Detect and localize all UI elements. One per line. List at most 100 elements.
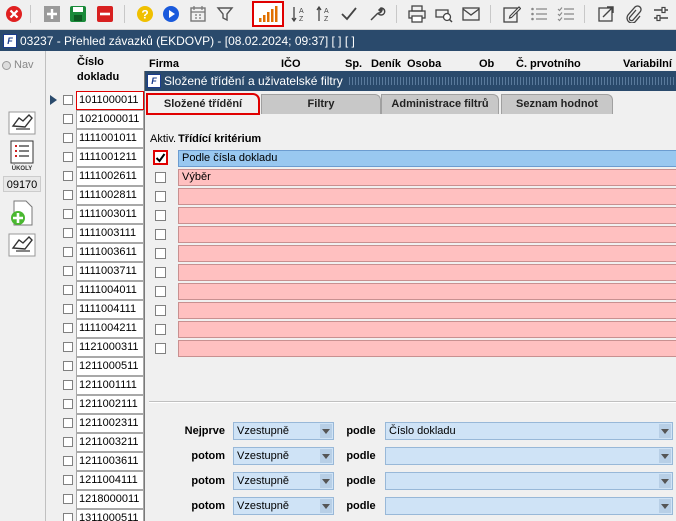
criteria-row[interactable] <box>145 225 676 244</box>
signal-icon[interactable] <box>252 1 284 27</box>
table-row[interactable]: 1111003011 <box>46 205 146 225</box>
chevron-down-icon[interactable] <box>320 449 332 463</box>
print-icon[interactable] <box>406 3 428 25</box>
criteria-row[interactable]: Podle čísla dokladu <box>145 149 676 168</box>
criteria-row[interactable] <box>145 263 676 282</box>
criteria-label[interactable] <box>178 226 676 243</box>
table-row[interactable]: 1311000511 <box>46 509 146 521</box>
filter-icon[interactable] <box>214 3 236 25</box>
table-row[interactable]: 1211000511 <box>46 357 146 377</box>
row-checkbox[interactable] <box>63 456 73 466</box>
close-icon[interactable] <box>3 3 25 25</box>
table-row[interactable]: 1211002311 <box>46 414 146 434</box>
calendar-icon[interactable] <box>187 3 209 25</box>
row-checkbox[interactable] <box>63 418 73 428</box>
table-row[interactable]: 1111002811 <box>46 186 146 206</box>
doc-number-cell[interactable]: 1111002811 <box>76 186 144 205</box>
row-checkbox[interactable] <box>63 304 73 314</box>
doc-number-cell[interactable]: 1311000511 <box>76 509 144 521</box>
tab-filtry[interactable]: Filtry <box>261 94 381 114</box>
doc-number-cell[interactable]: 1111003111 <box>76 224 144 243</box>
doc-number-cell[interactable]: 1111004211 <box>76 319 144 338</box>
criteria-row[interactable] <box>145 187 676 206</box>
criteria-label[interactable] <box>178 207 676 224</box>
row-checkbox[interactable] <box>63 247 73 257</box>
table-row[interactable]: 1211001111 <box>46 376 146 396</box>
row-checkbox[interactable] <box>63 494 73 504</box>
run-icon[interactable] <box>160 3 182 25</box>
wrench-icon[interactable] <box>366 3 388 25</box>
criteria-label[interactable] <box>178 302 676 319</box>
sort-direction-select[interactable]: Vzestupně <box>233 422 334 440</box>
criteria-active-checkbox[interactable] <box>155 172 166 183</box>
criteria-active-checkbox[interactable] <box>155 343 166 354</box>
column-header-variabilni[interactable]: Variabilní <box>623 58 672 70</box>
doc-number-cell[interactable]: 1111001011 <box>76 129 144 148</box>
list-icon[interactable] <box>528 3 550 25</box>
hand-pointer-icon[interactable] <box>6 229 38 261</box>
criteria-label[interactable]: Podle čísla dokladu <box>178 150 676 167</box>
chevron-down-icon[interactable] <box>320 474 332 488</box>
column-header-doc-number-l2[interactable]: dokladu <box>77 71 119 83</box>
criteria-row[interactable] <box>145 339 676 358</box>
doc-number-cell[interactable]: 1211002311 <box>76 414 144 433</box>
hand-pointer-icon[interactable] <box>6 107 38 139</box>
column-header-firm[interactable]: Firma <box>149 58 179 70</box>
mail-icon[interactable] <box>460 3 482 25</box>
table-row[interactable]: 1111004011 <box>46 281 146 301</box>
doc-number-cell[interactable]: 1111003611 <box>76 243 144 262</box>
chevron-down-icon[interactable] <box>659 474 671 488</box>
row-checkbox[interactable] <box>63 228 73 238</box>
criteria-row[interactable]: Výběr <box>145 168 676 187</box>
chevron-down-icon[interactable] <box>320 424 332 438</box>
criteria-active-checkbox[interactable] <box>155 267 166 278</box>
row-checkbox[interactable] <box>63 513 73 521</box>
doc-number-cell[interactable]: 1211003611 <box>76 452 144 471</box>
help-icon[interactable]: ? <box>134 3 156 25</box>
sort-field-select[interactable] <box>385 472 673 490</box>
table-row[interactable]: 1121000311 <box>46 338 146 358</box>
criteria-active-checkbox[interactable] <box>155 210 166 221</box>
row-checkbox[interactable] <box>63 266 73 276</box>
criteria-row[interactable] <box>145 244 676 263</box>
chevron-down-icon[interactable] <box>659 424 671 438</box>
criteria-label[interactable] <box>178 245 676 262</box>
settings-icon[interactable] <box>650 3 672 25</box>
doc-number-cell[interactable]: 1021000011 <box>76 110 144 129</box>
table-row[interactable]: 1111004111 <box>46 300 146 320</box>
doc-number-cell[interactable]: 1111003011 <box>76 205 144 224</box>
criteria-label[interactable] <box>178 340 676 357</box>
row-checkbox[interactable] <box>63 380 73 390</box>
column-header-ico[interactable]: IČO <box>281 58 301 70</box>
column-header-osoba[interactable]: Osoba <box>407 58 441 70</box>
sort-direction-select[interactable]: Vzestupně <box>233 472 334 490</box>
criteria-active-checkbox[interactable] <box>155 286 166 297</box>
sort-field-select[interactable] <box>385 497 673 515</box>
row-checkbox[interactable] <box>63 152 73 162</box>
save-icon[interactable] <box>67 3 89 25</box>
check-icon[interactable] <box>338 3 360 25</box>
table-row[interactable]: 1211002111 <box>46 395 146 415</box>
table-row[interactable]: 1111001211 <box>46 148 146 168</box>
criteria-row[interactable] <box>145 320 676 339</box>
add-document-icon[interactable] <box>6 197 38 229</box>
delete-icon[interactable] <box>94 3 116 25</box>
criteria-row[interactable] <box>145 282 676 301</box>
table-row[interactable]: 1021000011 <box>46 110 146 130</box>
criteria-label[interactable] <box>178 264 676 281</box>
add-icon[interactable] <box>41 3 63 25</box>
column-header-ob[interactable]: Ob <box>479 58 494 70</box>
print-preview-icon[interactable] <box>433 3 455 25</box>
table-row[interactable]: 1011000011 <box>46 91 146 111</box>
row-checkbox[interactable] <box>63 285 73 295</box>
criteria-row[interactable] <box>145 206 676 225</box>
tab-seznam-hodnot[interactable]: Seznam hodnot <box>501 94 613 114</box>
row-checkbox[interactable] <box>63 190 73 200</box>
column-header-doc-number-l1[interactable]: Číslo <box>77 56 104 68</box>
sort-direction-select[interactable]: Vzestupně <box>233 447 334 465</box>
row-checkbox[interactable] <box>63 171 73 181</box>
sort-field-select[interactable] <box>385 447 673 465</box>
doc-number-cell[interactable]: 1211004111 <box>76 471 144 490</box>
criteria-active-checkbox[interactable] <box>155 229 166 240</box>
table-row[interactable]: 1111001011 <box>46 129 146 149</box>
